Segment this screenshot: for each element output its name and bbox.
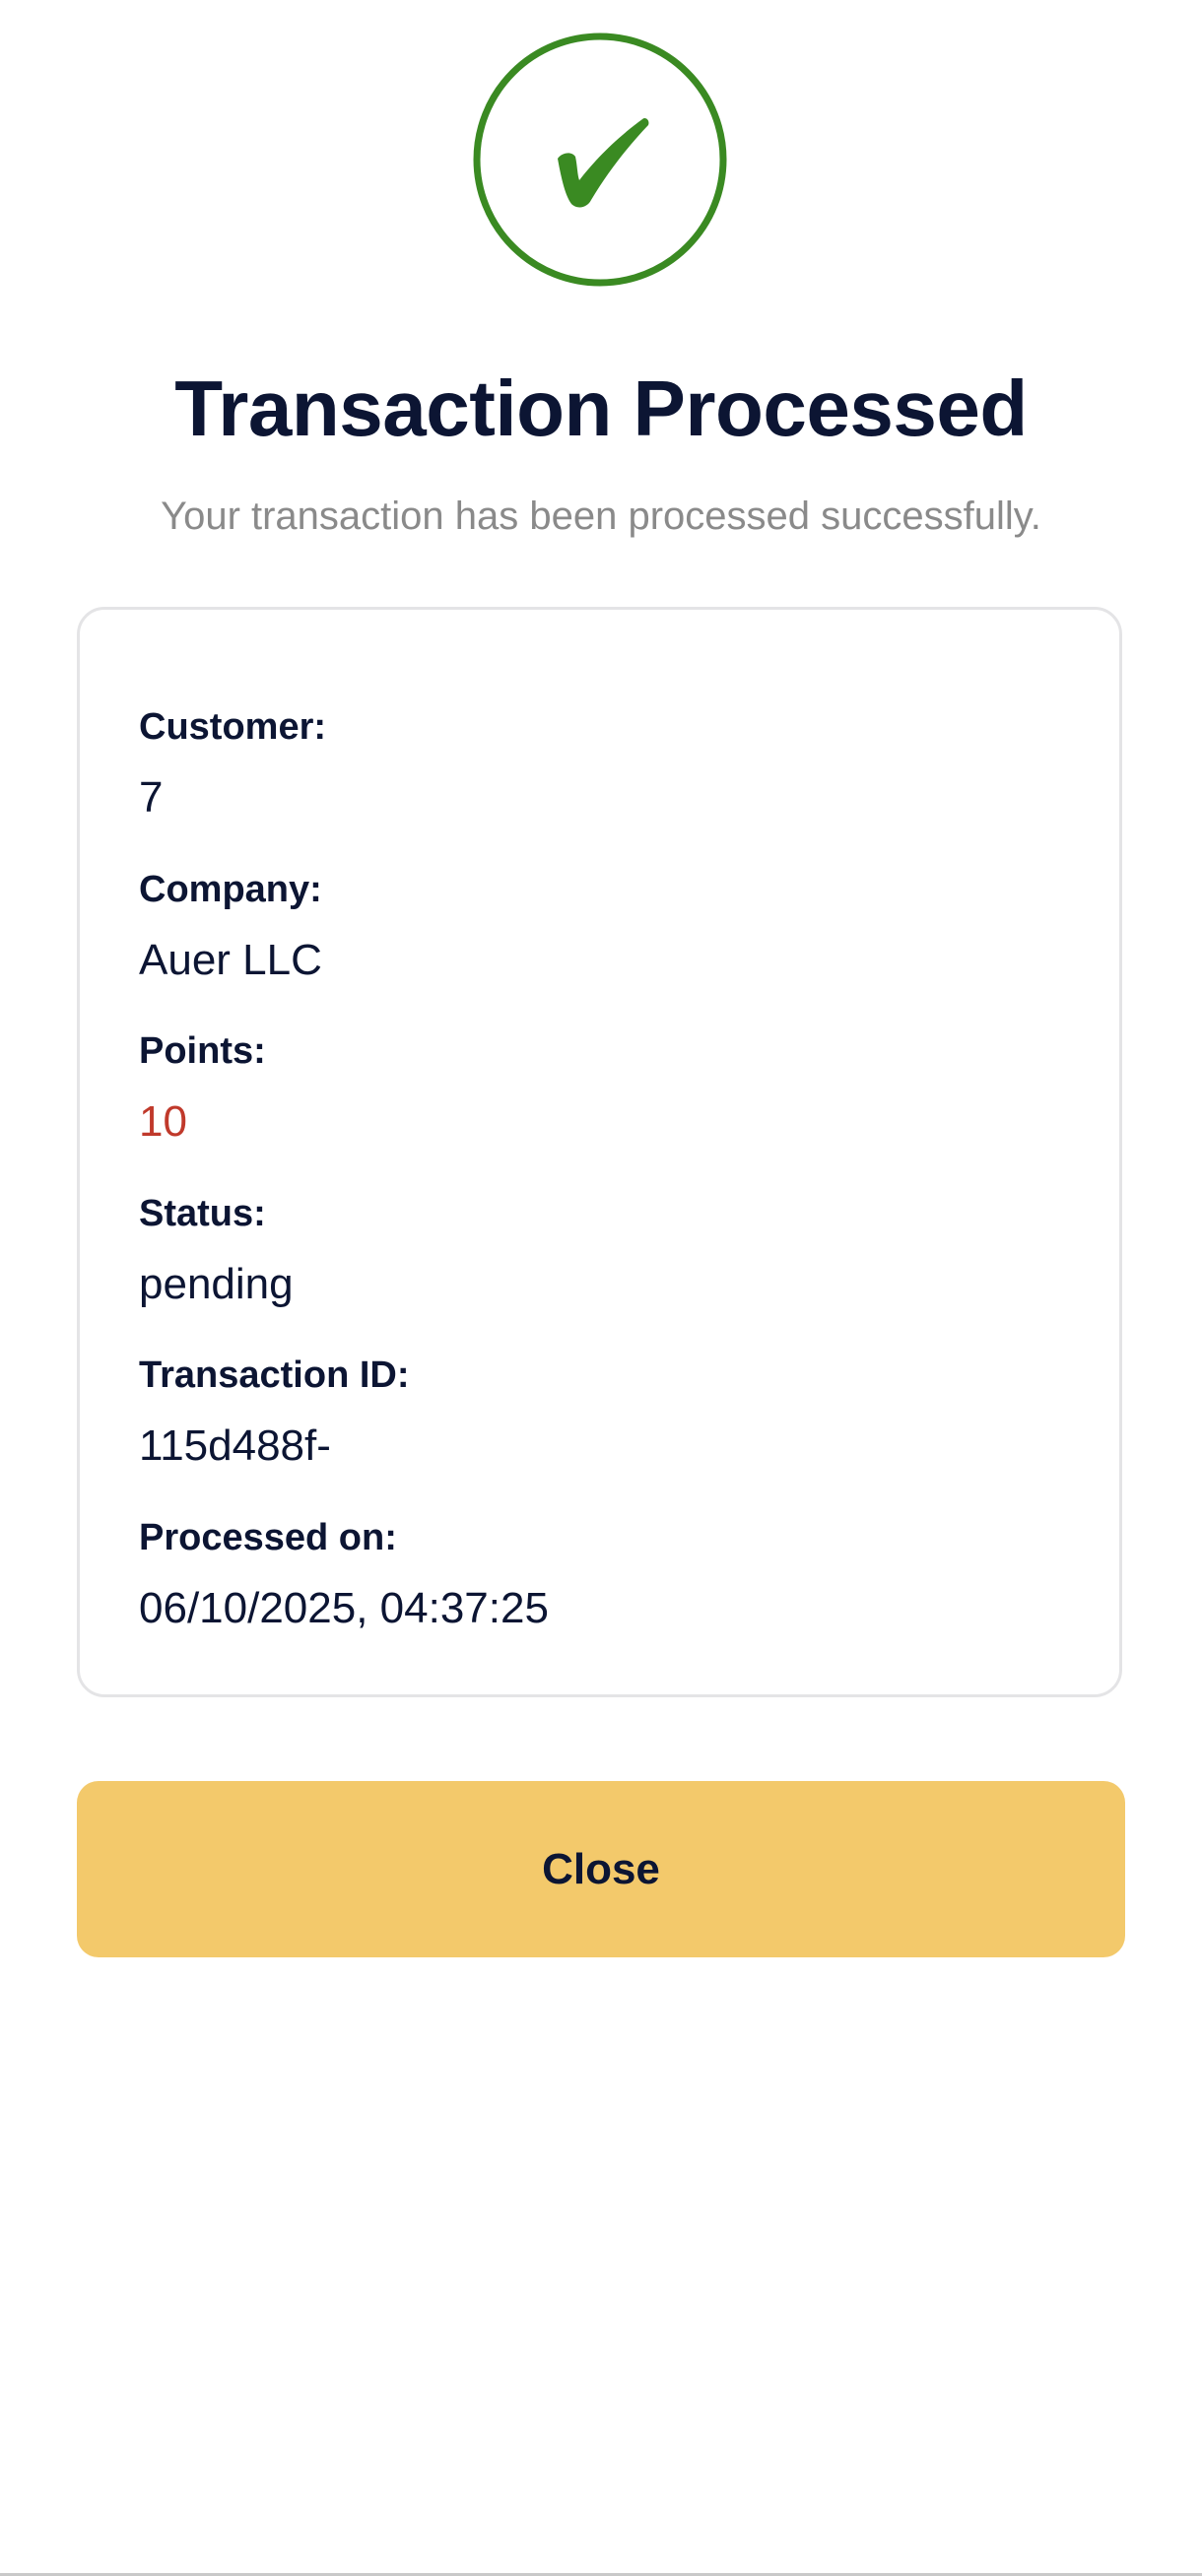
close-button[interactable]: Close — [77, 1781, 1125, 1957]
company-label: Company: — [139, 869, 322, 910]
transaction-id-value: 115d488f- — [139, 1421, 331, 1470]
customer-value: 7 — [139, 773, 164, 822]
points-label: Points: — [139, 1030, 266, 1072]
status-value: pending — [139, 1260, 294, 1308]
transaction-success-screen: Transaction Processed Your transaction h… — [0, 0, 1202, 2576]
detail-row-transaction-id: Transaction ID: 115d488f- — [139, 1351, 1065, 1475]
page-title: Transaction Processed — [174, 364, 1028, 452]
company-value: Auer LLC — [139, 936, 322, 984]
detail-row-customer: Customer: 7 — [139, 702, 1065, 826]
detail-row-company: Company: Auer LLC — [139, 865, 1065, 989]
points-value: 10 — [139, 1097, 187, 1146]
transaction-id-label: Transaction ID: — [139, 1354, 410, 1396]
detail-row-status: Status: pending — [139, 1189, 1065, 1313]
detail-row-processed-on: Processed on: 06/10/2025, 04:37:25 — [139, 1513, 1065, 1637]
customer-label: Customer: — [139, 706, 327, 748]
page-subtitle: Your transaction has been processed succ… — [161, 495, 1041, 538]
check-circle-icon — [473, 33, 727, 287]
transaction-details-card: Customer: 7 Company: Auer LLC Points: 10… — [77, 607, 1122, 1697]
processed-on-value: 06/10/2025, 04:37:25 — [139, 1584, 549, 1632]
status-label: Status: — [139, 1193, 266, 1234]
detail-row-points: Points: 10 — [139, 1026, 1065, 1151]
processed-on-label: Processed on: — [139, 1517, 397, 1558]
